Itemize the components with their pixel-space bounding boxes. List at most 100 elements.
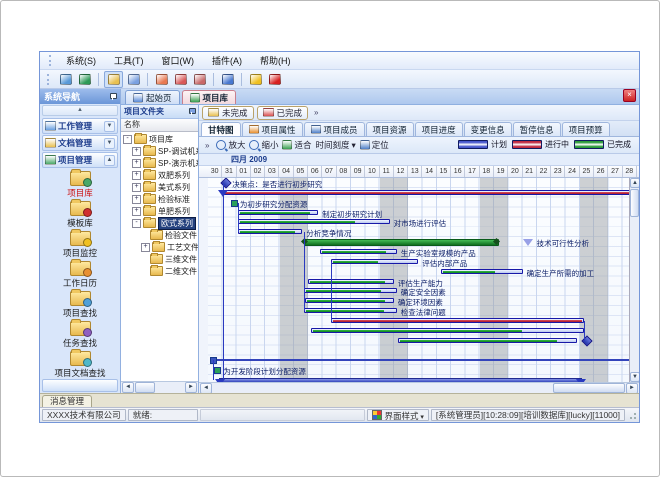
resize-grip[interactable] (628, 411, 637, 420)
gtab-change-info[interactable]: 变更信息 (464, 122, 512, 136)
tab-project-library[interactable]: 项目库 (182, 90, 237, 104)
expand-icon[interactable]: + (132, 195, 141, 204)
gtab-project-members[interactable]: 项目成员 (304, 122, 365, 136)
stop-button[interactable] (266, 72, 283, 87)
close-icon[interactable]: × (623, 89, 636, 102)
tree-item[interactable]: -欧式系列 (121, 217, 198, 229)
scroll-right-arrow[interactable]: ► (626, 383, 638, 394)
expand-icon[interactable]: + (132, 147, 141, 156)
open-folder-button[interactable] (104, 71, 123, 88)
task-bar[interactable] (398, 338, 577, 343)
folder-view-button[interactable] (125, 72, 142, 87)
tree-item[interactable]: +美式系列 (121, 181, 198, 193)
task-bar[interactable] (238, 229, 302, 234)
sidebar-item-task-search[interactable]: 任务查找 (43, 321, 117, 349)
tree-item[interactable]: +单肥系列 (121, 205, 198, 217)
toolbar-overflow-icon[interactable]: » (202, 141, 212, 150)
group-marker[interactable] (231, 200, 238, 207)
sidebar-collapsed-section[interactable] (42, 379, 118, 392)
scroll-left-arrow[interactable]: ◄ (200, 383, 212, 394)
computer-button[interactable] (57, 72, 74, 87)
filter-unfinished[interactable]: 未完成 (202, 106, 254, 120)
task-bar[interactable] (311, 328, 584, 333)
gtab-project-progress[interactable]: 项目进度 (415, 122, 463, 136)
scroll-up-arrow[interactable]: ▲ (630, 178, 639, 188)
scroll-down-arrow[interactable]: ▼ (630, 372, 639, 382)
scroll-right-arrow[interactable]: ► (185, 382, 197, 393)
scroll-thumb[interactable] (553, 383, 625, 393)
summary-in-progress-bar[interactable] (222, 190, 630, 195)
task-bar[interactable] (305, 298, 394, 303)
chevron-down-icon[interactable]: ▼ (104, 138, 115, 149)
gtab-project-budget[interactable]: 项目预算 (562, 122, 610, 136)
tree-item[interactable]: +SP-调试机系 (121, 145, 198, 157)
filter-finished[interactable]: 已完成 (257, 106, 309, 120)
report-send-button[interactable] (191, 72, 208, 87)
sidebar-item-work-calendar[interactable]: 工作日历 (43, 261, 117, 289)
more-options-icon[interactable]: » (311, 108, 321, 117)
sidebar-item-project-library[interactable]: 项目库 (43, 171, 117, 199)
tree-item[interactable]: +检验标准 (121, 193, 198, 205)
tool-time-scale[interactable]: 时间刻度▾ (316, 139, 356, 151)
interface-style-dropdown[interactable]: 界面样式 ▾ (367, 409, 428, 421)
expand-icon[interactable]: + (141, 243, 150, 252)
task-bar[interactable] (238, 219, 390, 224)
summary-in-progress-bar[interactable] (331, 318, 584, 323)
task-bar[interactable] (320, 249, 397, 254)
sidebar-item-project-search[interactable]: 项目查找 (43, 291, 117, 319)
tab-start-page[interactable]: 起始页 (125, 90, 180, 104)
menu-plugins[interactable]: 插件(A) (203, 53, 251, 68)
expand-icon[interactable]: + (132, 159, 141, 168)
tool-zoom-out[interactable]: 缩小 (249, 139, 278, 151)
tree-item[interactable]: -项目库 (121, 133, 198, 145)
lock-button[interactable] (247, 72, 264, 87)
globe-button[interactable] (76, 72, 93, 87)
menu-tools[interactable]: 工具(T) (105, 53, 153, 68)
tree-item[interactable]: +SP-演示机系 (121, 157, 198, 169)
gtab-project-resources[interactable]: 项目资源 (366, 122, 414, 136)
expand-icon[interactable]: + (132, 207, 141, 216)
task-bar[interactable] (308, 279, 394, 284)
expand-icon[interactable]: + (132, 183, 141, 192)
sidebar-scroll-up-button[interactable]: ▲ (42, 105, 118, 116)
gtab-project-properties[interactable]: 项目属性 (242, 122, 303, 136)
pin-icon[interactable] (109, 93, 116, 100)
report-new-button[interactable] (153, 72, 170, 87)
chevron-down-icon[interactable]: ▼ (104, 121, 115, 132)
scroll-thumb[interactable] (135, 382, 155, 393)
tool-fit[interactable]: 适合 (282, 139, 311, 151)
plan-summary-bar[interactable] (219, 378, 581, 382)
tool-zoom-in[interactable]: 放大 (216, 139, 245, 151)
menu-help[interactable]: 帮助(H) (251, 53, 300, 68)
section-document-management[interactable]: 文档管理▼ (42, 135, 118, 151)
tree-item[interactable]: +工艺文件 (121, 241, 198, 253)
summary-completed-bar[interactable] (304, 239, 499, 246)
tree-horizontal-scrollbar[interactable]: ◄ ► (121, 381, 198, 393)
help-globe-button[interactable] (219, 72, 236, 87)
gtab-gantt[interactable]: 甘特图 (201, 122, 241, 136)
tool-locate[interactable]: 定位 (360, 139, 389, 151)
tree-item[interactable]: 三维文件 (121, 253, 198, 265)
pin-icon[interactable] (188, 108, 195, 115)
gantt-horizontal-scrollbar[interactable]: ◄ ► (199, 382, 639, 393)
chevron-up-icon[interactable]: ▲ (104, 155, 115, 166)
group-marker[interactable] (214, 367, 221, 374)
menu-system[interactable]: 系统(S) (57, 53, 105, 68)
task-bar[interactable] (238, 210, 318, 215)
report-edit-button[interactable] (172, 72, 189, 87)
task-bar[interactable] (304, 288, 397, 293)
message-management-tab[interactable]: 消息管理 (42, 395, 92, 407)
scroll-left-arrow[interactable]: ◄ (122, 382, 134, 393)
section-project-management[interactable]: 项目管理▲ (42, 152, 118, 168)
collapse-icon[interactable]: - (123, 135, 132, 144)
task-bar[interactable] (441, 269, 523, 274)
gtab-pause-info[interactable]: 暂停信息 (513, 122, 561, 136)
sidebar-item-template-library[interactable]: 模板库 (43, 201, 117, 229)
tree-item[interactable]: 二维文件 (121, 265, 198, 277)
tree-item[interactable]: 检验文件 (121, 229, 198, 241)
collapse-icon[interactable]: - (132, 219, 141, 228)
menu-window[interactable]: 窗口(W) (153, 53, 204, 68)
gantt-vertical-scrollbar[interactable]: ▲ ▼ (629, 178, 639, 382)
sidebar-item-project-monitor[interactable]: 项目监控 (43, 231, 117, 259)
expand-icon[interactable]: + (132, 171, 141, 180)
